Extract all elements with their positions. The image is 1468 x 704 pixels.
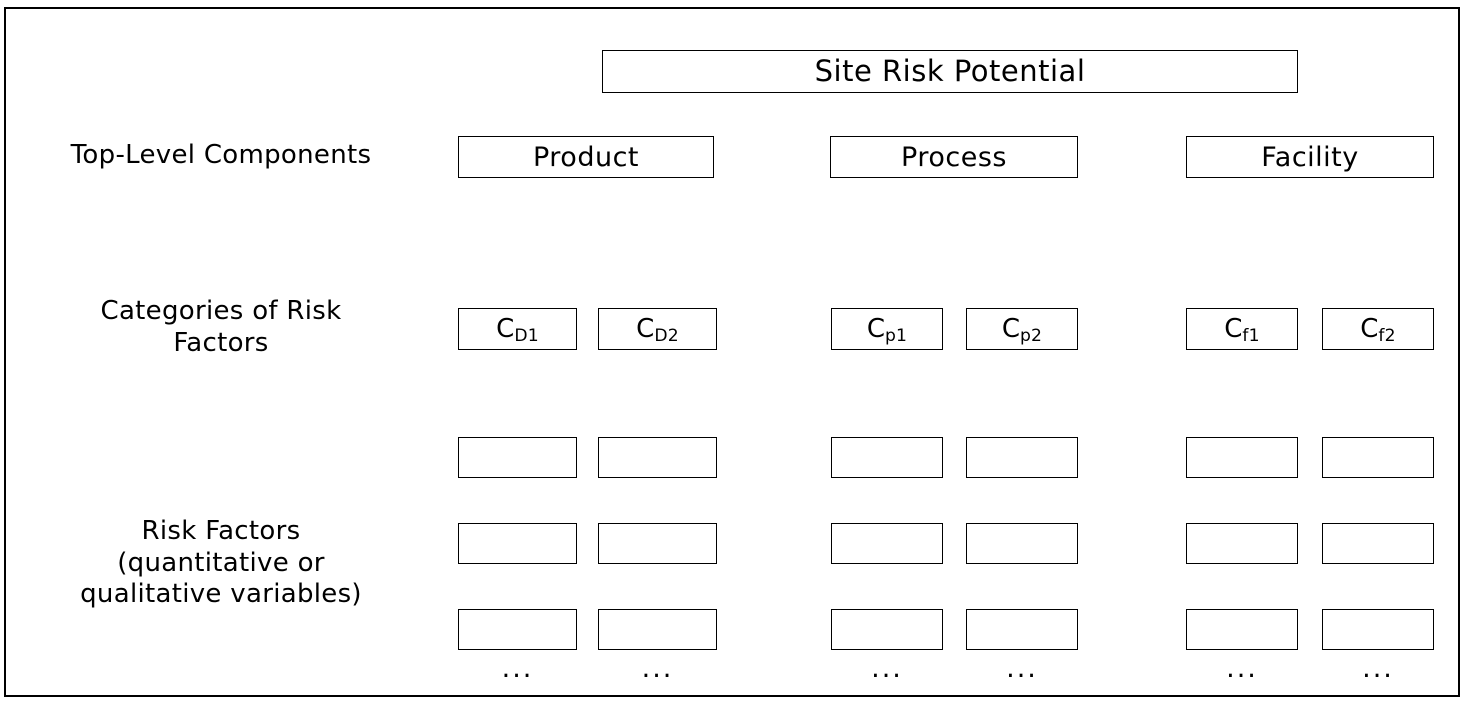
category-label-cf2: Cf2: [1360, 314, 1396, 347]
component-box-process: Process: [830, 136, 1078, 178]
row-label-top-level-text: Top-Level Components: [70, 140, 372, 170]
factor-box-p2-1: [966, 437, 1078, 478]
row-label-risk-factors-line3: qualitative variables): [80, 579, 362, 610]
factor-box-d1-1: [458, 437, 577, 478]
category-box-cd1: CD1: [458, 308, 577, 350]
component-label-process: Process: [901, 141, 1007, 173]
factor-box-d2-1: [598, 437, 717, 478]
ellipsis-p2: ...: [966, 655, 1078, 682]
category-box-cp2: Cp2: [966, 308, 1078, 350]
row-label-categories-of-risk-factors: Categories of Risk Factors: [16, 296, 426, 359]
factor-box-f1-2: [1186, 523, 1298, 564]
category-box-cp1: Cp1: [831, 308, 943, 350]
row-label-categories-line1: Categories of Risk: [100, 296, 342, 326]
row-label-top-level-components: Top-Level Components: [16, 140, 426, 172]
factor-box-p1-3: [831, 609, 943, 650]
factor-box-p2-2: [966, 523, 1078, 564]
ellipsis-text: ...: [501, 653, 534, 684]
ellipsis-text: ...: [1006, 653, 1038, 684]
factor-box-d1-2: [458, 523, 577, 564]
ellipsis-text: ...: [1362, 653, 1394, 684]
ellipsis-d1: ...: [458, 655, 577, 682]
row-label-risk-factors-line1: Risk Factors: [141, 516, 301, 546]
root-node-label: Site Risk Potential: [814, 54, 1086, 88]
diagram-canvas: Site Risk Potential Top-Level Components…: [0, 0, 1468, 704]
category-box-cf1: Cf1: [1186, 308, 1298, 350]
ellipsis-p1: ...: [831, 655, 943, 682]
category-label-cd2: CD2: [636, 314, 679, 347]
ellipsis-f2: ...: [1322, 655, 1434, 682]
category-label-cp1: Cp1: [866, 314, 908, 347]
component-box-facility: Facility: [1186, 136, 1434, 178]
row-label-categories-line2: Factors: [173, 327, 269, 358]
factor-box-p2-3: [966, 609, 1078, 650]
category-box-cf2: Cf2: [1322, 308, 1434, 350]
factor-box-f2-1: [1322, 437, 1434, 478]
factor-box-d1-3: [458, 609, 577, 650]
factor-box-d2-3: [598, 609, 717, 650]
ellipsis-text: ...: [1226, 653, 1258, 684]
factor-box-p1-2: [831, 523, 943, 564]
row-label-risk-factors-line2: (quantitative or: [117, 547, 325, 578]
factor-box-d2-2: [598, 523, 717, 564]
ellipsis-text: ...: [871, 653, 903, 684]
factor-box-f2-3: [1322, 609, 1434, 650]
factor-box-f1-1: [1186, 437, 1298, 478]
factor-box-f2-2: [1322, 523, 1434, 564]
category-label-cf1: Cf1: [1224, 314, 1260, 347]
category-box-cd2: CD2: [598, 308, 717, 350]
root-node-site-risk-potential: Site Risk Potential: [602, 50, 1298, 93]
category-label-cp2: Cp2: [1001, 314, 1043, 347]
ellipsis-text: ...: [641, 653, 674, 684]
component-label-facility: Facility: [1261, 141, 1359, 173]
factor-box-p1-1: [831, 437, 943, 478]
row-label-risk-factors: Risk Factors (quantitative or qualitativ…: [16, 516, 426, 611]
ellipsis-d2: ...: [598, 655, 717, 682]
factor-box-f1-3: [1186, 609, 1298, 650]
component-label-product: Product: [532, 141, 639, 173]
category-label-cd1: CD1: [496, 314, 539, 347]
ellipsis-f1: ...: [1186, 655, 1298, 682]
component-box-product: Product: [458, 136, 714, 178]
